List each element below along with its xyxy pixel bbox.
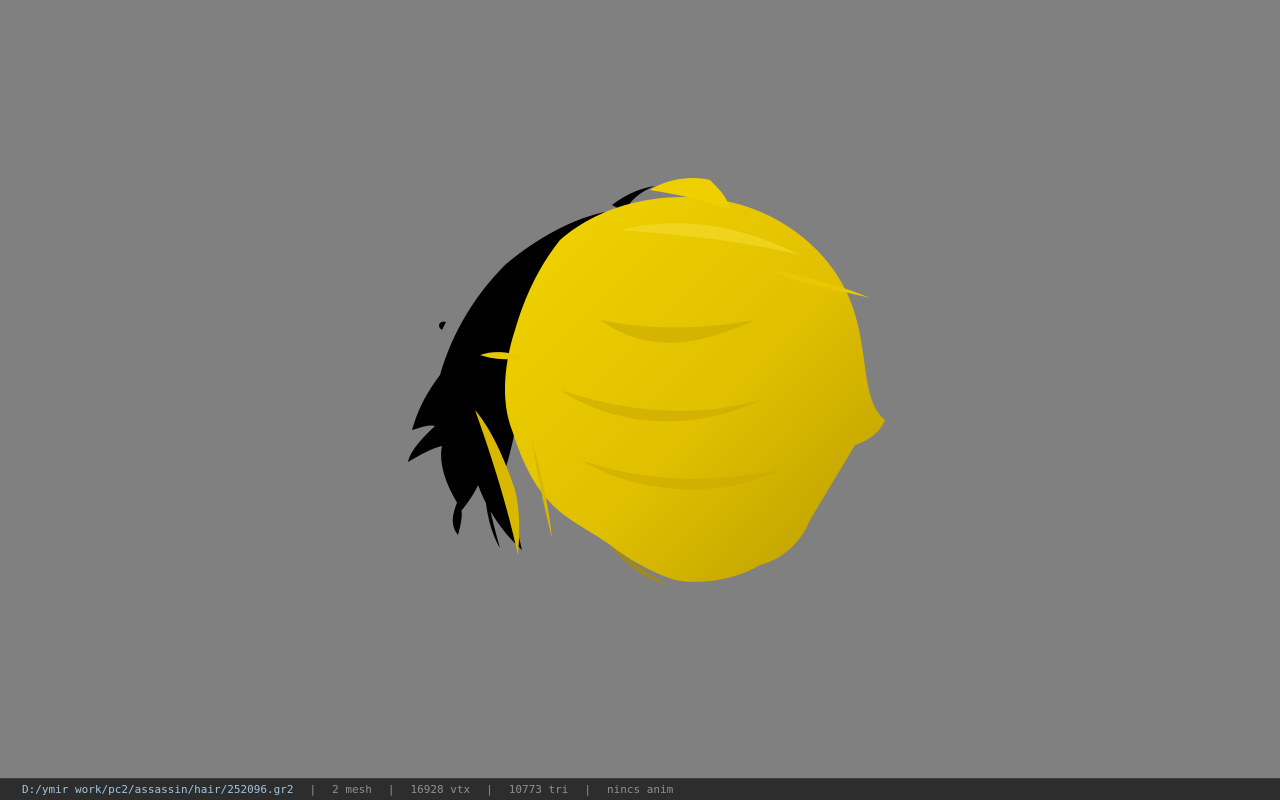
status-separator: |: [387, 783, 395, 796]
status-separator: |: [584, 783, 591, 796]
hair-primary-mesh: [475, 178, 885, 585]
mesh-count-label: 2 mesh: [332, 783, 372, 796]
triangle-count-label: 10773 tri: [508, 783, 569, 796]
status-separator: |: [309, 783, 317, 796]
status-separator: |: [486, 783, 493, 796]
3d-viewport[interactable]: [0, 0, 1280, 778]
file-path-label: D:/ymir work/pc2/assassin/hair/252096.gr…: [22, 783, 294, 796]
status-bar: D:/ymir work/pc2/assassin/hair/252096.gr…: [0, 778, 1280, 800]
animation-status-label: nincs anim: [607, 783, 674, 796]
hair-model-render: [408, 178, 885, 585]
vertex-count-label: 16928 vtx: [410, 783, 471, 796]
